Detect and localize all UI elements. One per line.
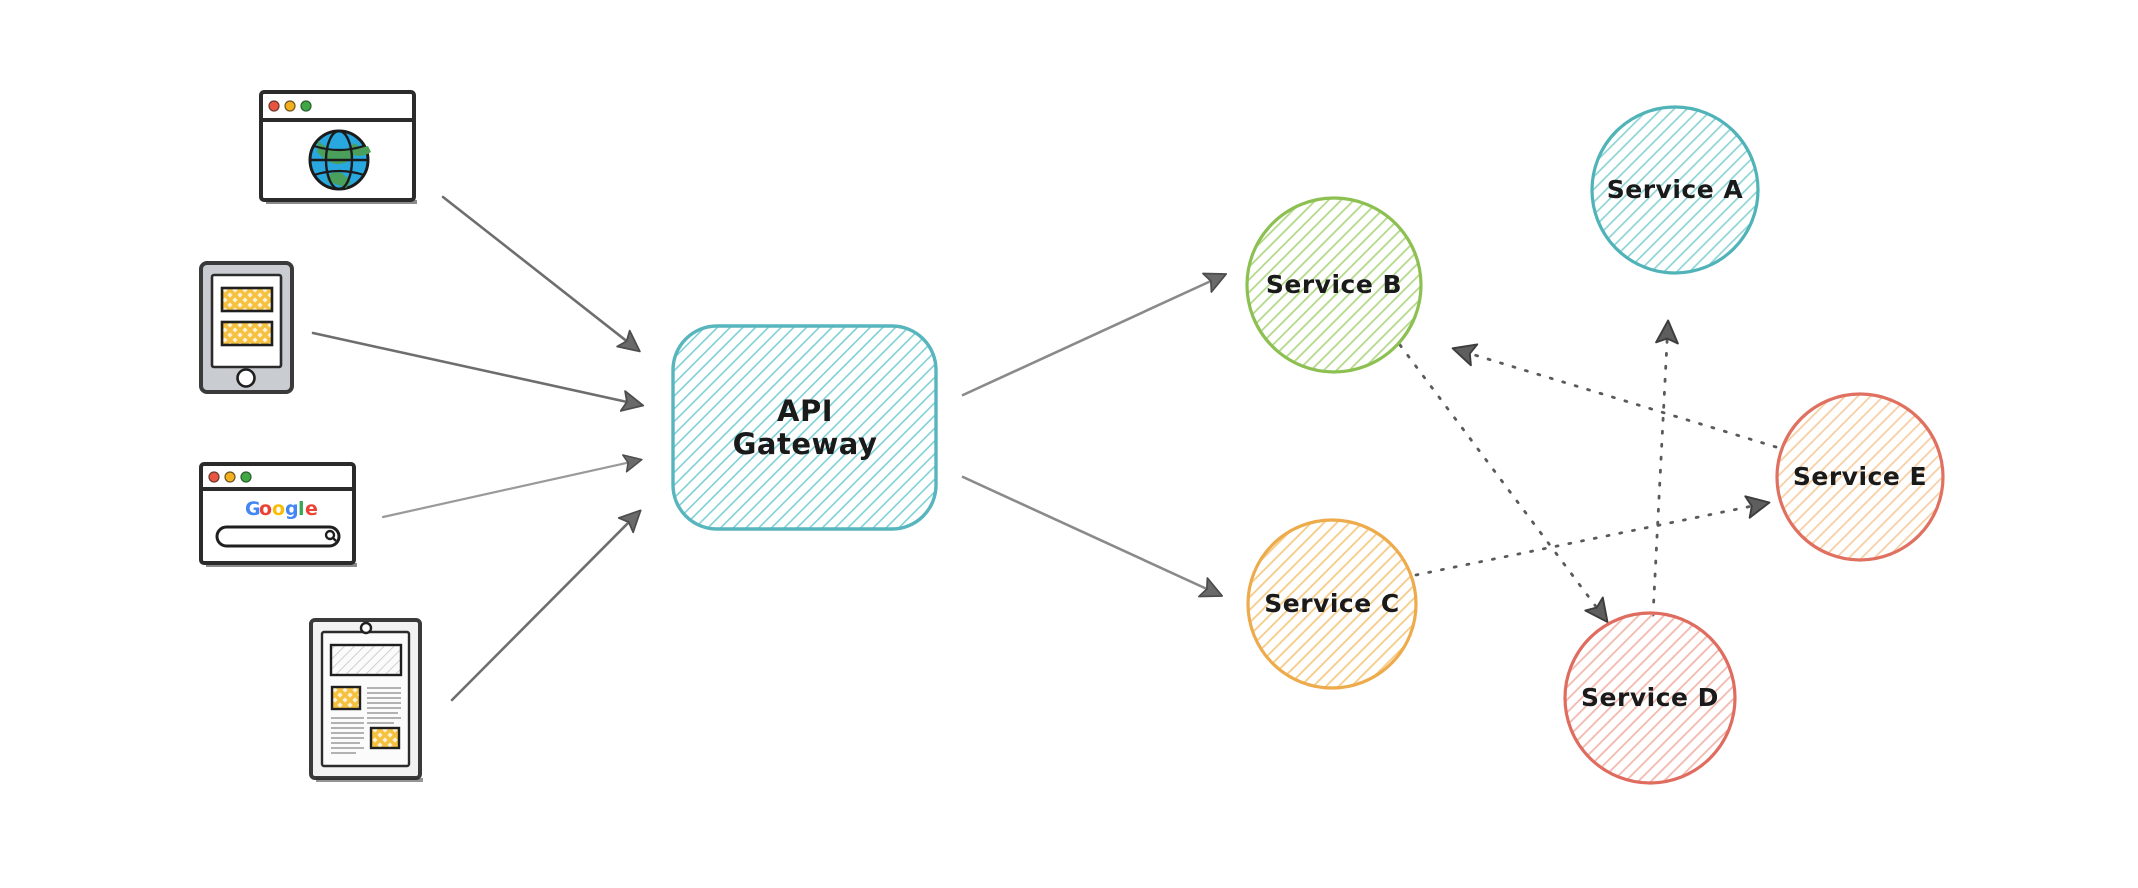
conn-gateway-to-service-c [961,475,1224,598]
conn-service-d-to-service-a [1651,319,1679,617]
service-b-label: Service B [1266,270,1402,299]
conn-mobile-to-gateway [311,331,645,412]
search-browser-shadow [206,563,357,567]
client-browser-window-search[interactable]: G o o g l e [199,462,357,567]
service-a-node[interactable]: Service A [1590,105,1760,275]
google-logo-letter-o2: o [272,498,285,520]
service-d-node[interactable]: Service D [1563,611,1737,785]
phone-home-button[interactable] [236,368,256,388]
conn-service-c-to-service-e [1414,495,1771,577]
service-a-label: Service A [1607,175,1744,204]
client-mobile-phone[interactable] [199,261,294,394]
conn-gateway-to-service-b [961,272,1228,397]
api-gateway-node[interactable]: API Gateway [671,324,938,531]
document-image-placeholder-1 [330,685,362,711]
window-close-dot-icon[interactable] [208,471,220,483]
phone-content-block-top [220,286,274,313]
tablet-camera-icon [359,621,373,635]
api-gateway-label-line1: API [777,394,833,428]
architecture-diagram: G o o g l e API Gateway Service A Servic… [199,90,1945,785]
document-header-banner [329,643,403,677]
conn-service-e-to-service-b [1451,343,1778,449]
service-c-label: Service C [1264,589,1399,618]
window-maximize-dot-icon[interactable] [300,100,312,112]
window-maximize-dot-icon[interactable] [240,471,252,483]
phone-content-block-bottom [220,320,274,347]
diagram-canvas: G o o g l e API Gateway Service A Servic… [0,0,2138,888]
window-minimize-dot-icon[interactable] [224,471,236,483]
conn-browser-globe-to-gateway [441,195,641,353]
search-input[interactable] [215,525,341,548]
client-tablet-document[interactable] [309,618,423,782]
egress-connections [961,272,1228,598]
tablet-shadow [316,778,423,782]
google-logo: G o o g l e [245,498,318,520]
google-logo-letter-g2: g [285,498,299,520]
client-browser-window-globe[interactable] [259,90,417,204]
window-close-dot-icon[interactable] [268,100,280,112]
service-c-node[interactable]: Service C [1246,518,1418,690]
service-e-label: Service E [1793,462,1927,491]
google-logo-letter-l: l [298,498,305,520]
api-gateway-label-line2: Gateway [733,427,878,461]
service-mesh-connections [1398,319,1778,623]
service-d-label: Service D [1581,683,1719,712]
window-minimize-dot-icon[interactable] [284,100,296,112]
google-logo-letter-o1: o [259,498,272,520]
conn-tablet-to-gateway [450,509,642,702]
conn-search-to-gateway [381,454,643,519]
document-image-placeholder-2 [369,726,401,750]
google-logo-letter-e: e [305,498,318,520]
service-e-node[interactable]: Service E [1775,392,1945,562]
service-b-node[interactable]: Service B [1245,196,1423,374]
browser-window-shadow [266,200,417,204]
